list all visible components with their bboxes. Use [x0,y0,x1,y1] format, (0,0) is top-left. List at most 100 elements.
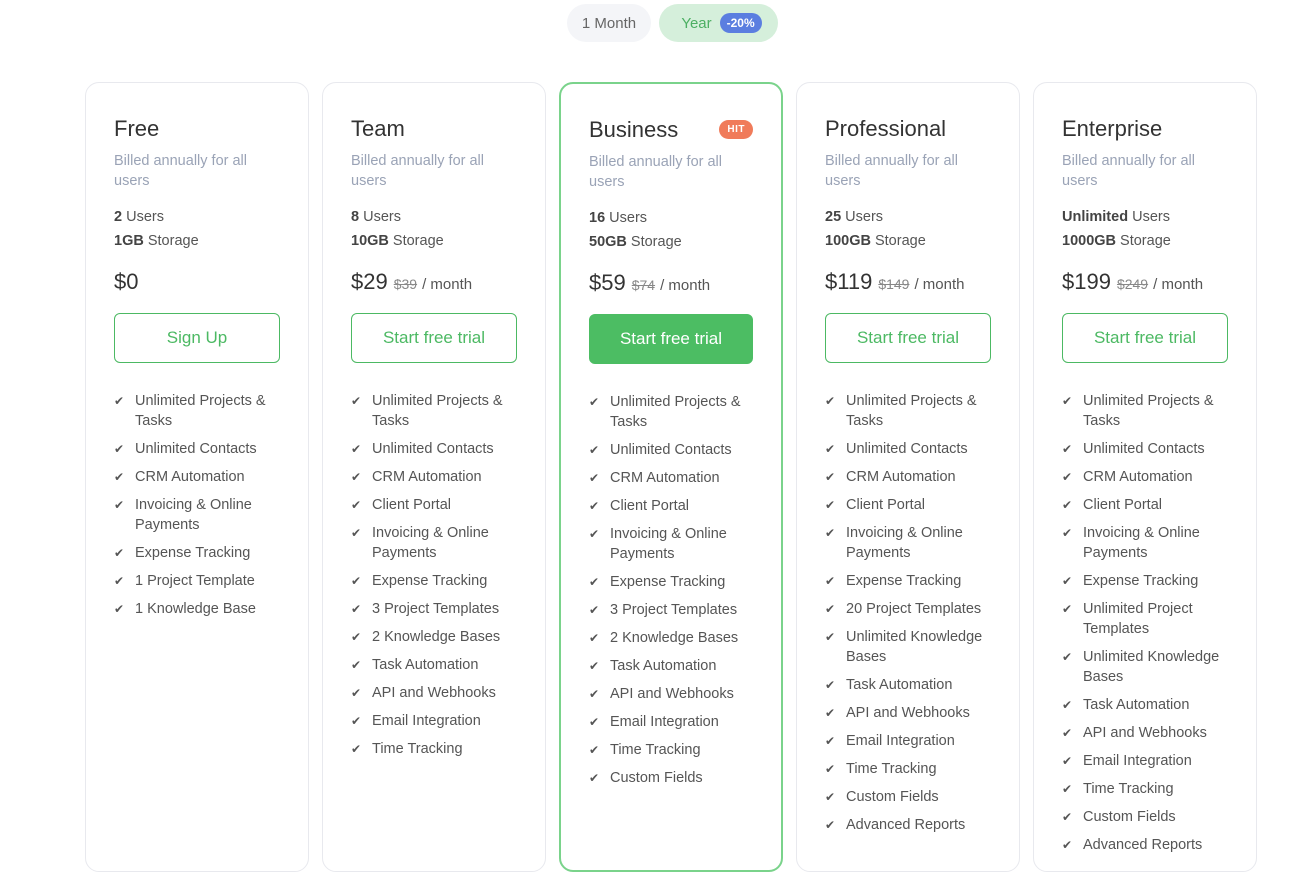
start-free-trial-button[interactable]: Start free trial [825,313,991,363]
billing-note: Billed annually for all users [825,153,958,189]
price-row: $0 [114,269,280,299]
plan-header: Professional [825,115,991,143]
check-icon: ✔ [351,442,362,456]
check-icon: ✔ [1062,470,1073,484]
feature-item: ✔ 3 Project Templates [589,600,753,620]
feature-label: Unlimited Contacts [372,441,494,457]
check-icon: ✔ [825,678,836,692]
feature-item: ✔ CRM Automation [589,468,753,488]
plan-name: Business [589,117,679,142]
users-limit: Unlimited Users [1062,205,1228,229]
feature-label: Unlimited Contacts [846,441,968,457]
plan-card-enterprise: Enterprise Billed annually for all users… [1033,82,1257,872]
feature-item: ✔ 2 Knowledge Bases [589,628,753,648]
check-icon: ✔ [825,602,836,616]
check-icon: ✔ [351,498,362,512]
storage-limit: 1GB Storage [114,229,280,253]
feature-label: Unlimited Projects & Tasks [1083,393,1214,429]
feature-item: ✔ Advanced Reports [825,815,991,835]
feature-item: ✔ Email Integration [351,711,517,731]
feature-label: Invoicing & Online Payments [135,497,252,533]
storage-label: Storage [630,234,682,250]
feature-item: ✔ Unlimited Projects & Tasks [589,392,753,432]
check-icon: ✔ [589,743,600,757]
price-period: / month [422,276,473,293]
check-icon: ✔ [589,603,600,617]
feature-label: 2 Knowledge Bases [372,629,501,645]
plan-limits: 25 Users 100GB Storage [825,205,991,253]
plan-limits: 2 Users 1GB Storage [114,205,280,253]
check-icon: ✔ [114,498,125,512]
feature-item: ✔ Time Tracking [351,739,517,759]
check-icon: ✔ [589,575,600,589]
feature-item: ✔ API and Webhooks [825,703,991,723]
feature-item: ✔ 1 Project Template [114,571,280,591]
check-icon: ✔ [825,470,836,484]
plan-name: Team [351,116,405,141]
billing-year-label: Year [681,14,712,32]
feature-item: ✔ Invoicing & Online Payments [351,523,517,563]
start-free-trial-button[interactable]: Start free trial [1062,313,1228,363]
check-icon: ✔ [351,526,362,540]
billing-month-option[interactable]: 1 Month [567,4,651,42]
start-free-trial-button[interactable]: Start free trial [351,313,517,363]
feature-item: ✔ Email Integration [825,731,991,751]
feature-label: Expense Tracking [372,573,488,589]
check-icon: ✔ [589,715,600,729]
users-value: Unlimited [1062,209,1129,225]
check-icon: ✔ [825,442,836,456]
sign-up-button[interactable]: Sign Up [114,313,280,363]
start-free-trial-button[interactable]: Start free trial [589,314,753,364]
feature-label: Unlimited Contacts [135,441,257,457]
feature-item: ✔ Client Portal [1062,495,1228,515]
feature-label: CRM Automation [372,469,482,485]
feature-label: CRM Automation [1083,469,1193,485]
billing-year-option[interactable]: Year -20% [659,4,778,42]
plan-name: Enterprise [1062,116,1163,141]
feature-label: Expense Tracking [135,545,251,561]
feature-label: Unlimited Projects & Tasks [372,393,503,429]
feature-label: Invoicing & Online Payments [1083,525,1200,561]
plan-limits: 8 Users 10GB Storage [351,205,517,253]
feature-item: ✔ Client Portal [825,495,991,515]
feature-label: Expense Tracking [846,573,962,589]
check-icon: ✔ [351,630,362,644]
feature-item: ✔ Expense Tracking [351,571,517,591]
feature-label: Unlimited Knowledge Bases [846,629,983,665]
price-period: / month [660,277,711,294]
feature-label: 1 Knowledge Base [135,601,256,617]
billing-note: Billed annually for all users [1062,153,1195,189]
old-price: $39 [393,276,418,292]
check-icon: ✔ [1062,650,1073,664]
check-icon: ✔ [589,771,600,785]
storage-limit: 1000GB Storage [1062,229,1228,253]
check-icon: ✔ [825,818,836,832]
feature-label: Email Integration [846,733,955,749]
feature-item: ✔ Custom Fields [589,768,753,788]
check-icon: ✔ [1062,838,1073,852]
billing-note: Billed annually for all users [589,154,722,190]
feature-label: Custom Fields [1083,809,1176,825]
feature-label: Time Tracking [1083,781,1174,797]
feature-label: Time Tracking [846,761,937,777]
billing-toggle: 1 Month Year -20% [0,4,1314,42]
feature-item: ✔ Unlimited Contacts [351,439,517,459]
check-icon: ✔ [351,394,362,408]
check-icon: ✔ [1062,394,1073,408]
check-icon: ✔ [1062,810,1073,824]
check-icon: ✔ [825,734,836,748]
check-icon: ✔ [589,687,600,701]
feature-label: Time Tracking [610,742,701,758]
feature-label: CRM Automation [610,470,720,486]
check-icon: ✔ [589,471,600,485]
feature-label: Task Automation [846,677,953,693]
check-icon: ✔ [351,714,362,728]
plan-card-business: Business HIT Billed annually for all use… [559,82,783,872]
feature-label: CRM Automation [846,469,956,485]
feature-item: ✔ Advanced Reports [1062,835,1228,855]
users-limit: 2 Users [114,205,280,229]
storage-limit: 50GB Storage [589,230,753,254]
feature-label: Unlimited Project Templates [1083,601,1193,637]
feature-item: ✔ Expense Tracking [589,572,753,592]
plan-limits: 16 Users 50GB Storage [589,206,753,254]
